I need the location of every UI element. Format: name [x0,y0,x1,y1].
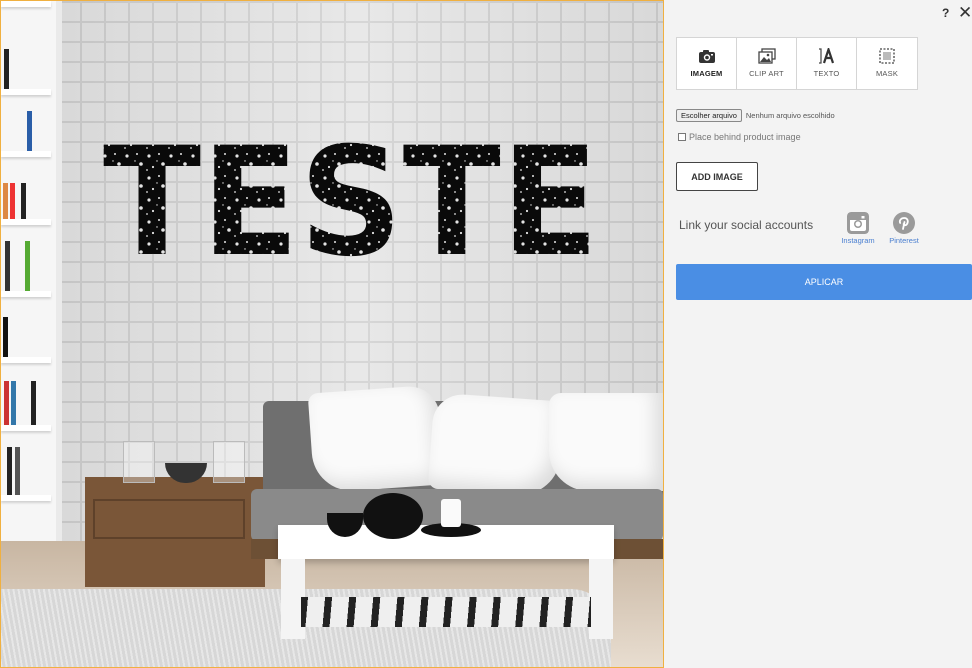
images-icon [757,48,776,64]
tab-label: CLIP ART [749,69,784,78]
pinterest-link[interactable]: Pinterest [882,212,926,245]
tab-mask[interactable]: MASK [857,38,917,89]
tool-tabs: IMAGEM CLIP ART TEXTO MASK [676,37,918,90]
apply-button[interactable]: APLICAR [676,264,972,300]
close-button[interactable]: ✕ [958,3,972,23]
pillow [549,393,663,491]
file-status: Nenhum arquivo escolhido [745,111,835,120]
tab-label: IMAGEM [690,69,723,78]
black-vase [363,493,423,539]
customization-panel [664,0,972,668]
tab-clip-art[interactable]: CLIP ART [737,38,797,89]
product-preview-canvas[interactable]: TESTE [0,0,664,668]
tab-label: MASK [875,69,899,78]
glass-vase [123,441,155,483]
tab-label: TEXTO [813,69,840,78]
candle [441,499,461,527]
decal-text: TESTE [103,129,599,264]
pillow [427,392,565,498]
instagram-link[interactable]: Instagram [836,212,880,245]
add-image-button[interactable]: ADD IMAGE [676,162,758,191]
file-upload: Escolher arquivo Nenhum arquivo escolhid… [676,109,835,122]
pillow [307,384,445,494]
text-icon [818,48,834,64]
help-button[interactable]: ? [942,6,949,20]
tab-imagem[interactable]: IMAGEM [677,38,737,89]
glass-vase [213,441,245,483]
text-decal[interactable]: TESTE [101,129,601,264]
instagram-label: Instagram [841,236,875,245]
place-behind-checkbox[interactable] [678,133,686,141]
place-behind-option: Place behind product image [678,132,801,142]
tab-texto[interactable]: TEXTO [797,38,857,89]
mask-icon [879,48,895,64]
choose-file-button[interactable]: Escolher arquivo [676,109,742,122]
pinterest-icon [893,212,915,234]
bookshelf [1,1,62,591]
place-behind-label[interactable]: Place behind product image [689,132,801,142]
sideboard [85,477,265,587]
camera-icon [698,50,715,63]
pinterest-label: Pinterest [889,236,919,245]
instagram-icon [847,212,869,234]
social-accounts-label: Link your social accounts [679,218,814,232]
